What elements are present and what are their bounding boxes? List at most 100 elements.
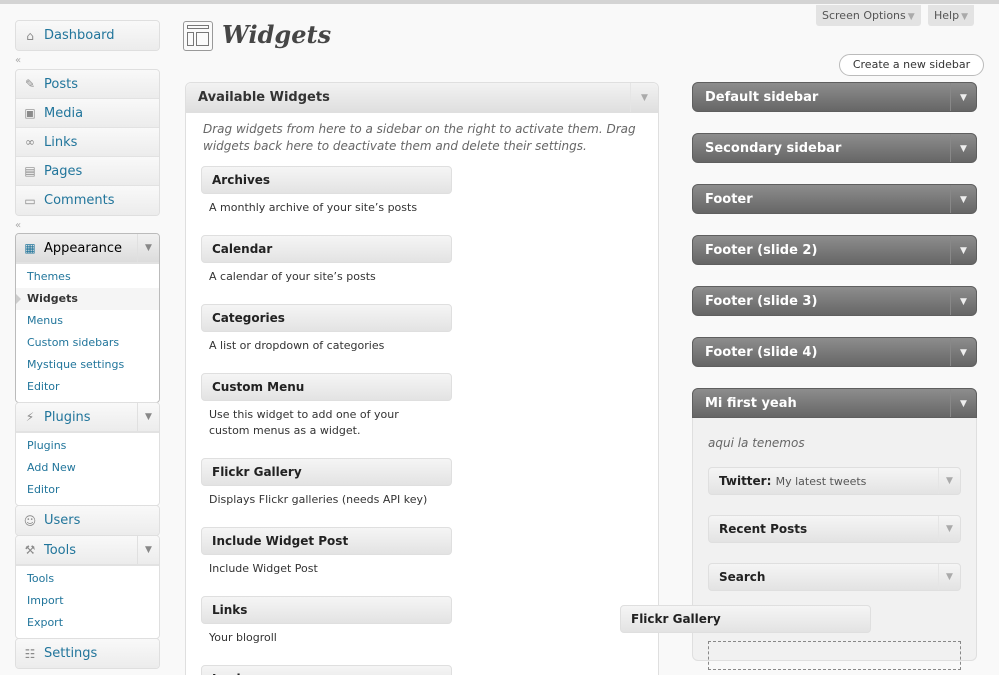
sidebar-widget-recent-posts[interactable]: Recent Posts ▼ — [708, 515, 961, 543]
submenu-tools[interactable]: Tools — [16, 568, 159, 590]
sidebar-footer-slide-3: Footer (slide 3) ▼ — [692, 286, 977, 316]
widget-title[interactable]: Include Widget Post — [201, 527, 452, 555]
icon-part — [196, 32, 209, 46]
drop-placeholder — [708, 641, 961, 670]
sidebar-footer-slide-4: Footer (slide 4) ▼ — [692, 337, 977, 367]
menu-item-users[interactable]: ☺ Users — [16, 506, 159, 535]
widget-title[interactable]: Categories — [201, 304, 452, 332]
sidebar-header[interactable]: Footer ▼ — [692, 184, 977, 214]
widget-name: Twitter — [719, 474, 767, 488]
menu-item-plugins[interactable]: ⚡ Plugins ▼ — [16, 403, 159, 432]
appearance-submenu: Themes Widgets Menus Custom sidebars Mys… — [16, 263, 159, 402]
sidebar-header[interactable]: Footer (slide 4) ▼ — [692, 337, 977, 367]
sidebar-default: Default sidebar ▼ — [692, 82, 977, 112]
widget-description: Your blogroll — [209, 631, 277, 644]
widget-description: Displays Flickr galleries (needs API key… — [209, 493, 428, 506]
submenu-mystique-settings[interactable]: Mystique settings — [16, 354, 159, 376]
submenu-custom-sidebars[interactable]: Custom sidebars — [16, 332, 159, 354]
sidebar-header[interactable]: Footer (slide 2) ▼ — [692, 235, 977, 265]
tools-icon: ⚒ — [24, 543, 36, 557]
submenu-import[interactable]: Import — [16, 590, 159, 612]
chevron-down-icon[interactable]: ▼ — [137, 403, 159, 431]
menu-item-settings[interactable]: ☷ Settings — [16, 639, 159, 668]
submenu-themes[interactable]: Themes — [16, 266, 159, 288]
sidebar-header[interactable]: Secondary sidebar ▼ — [692, 133, 977, 163]
chevron-down-icon[interactable]: ▼ — [950, 83, 976, 111]
sidebar-footer: Footer ▼ — [692, 184, 977, 214]
menu-group-content: ✎ Posts ▣ Media ∞ Links ▤ Pages ▭ Commen… — [15, 69, 160, 216]
menu-item-media[interactable]: ▣ Media — [16, 99, 159, 128]
widget-description: A list or dropdown of categories — [209, 339, 385, 352]
menu-item-comments[interactable]: ▭ Comments — [16, 186, 159, 215]
submenu-plugins[interactable]: Plugins — [16, 435, 159, 457]
menu-item-tools[interactable]: ⚒ Tools ▼ — [16, 536, 159, 565]
menu-group-plugins: ⚡ Plugins ▼ Plugins Add New Editor — [15, 402, 160, 506]
widget-description: Use this widget to add one of your custo… — [209, 408, 399, 437]
chevron-down-icon[interactable]: ▼ — [950, 134, 976, 162]
chevron-down-icon[interactable]: ▼ — [137, 536, 159, 564]
sidebar-header[interactable]: Mi first yeah ▼ — [692, 388, 977, 418]
menu-item-pages[interactable]: ▤ Pages — [16, 157, 159, 186]
widget-subtitle: My latest tweets — [775, 475, 867, 488]
dragging-widget[interactable]: Flickr Gallery — [620, 605, 871, 633]
chevron-down-icon[interactable]: ▼ — [950, 338, 976, 366]
widget-title[interactable]: Custom Menu — [201, 373, 452, 401]
menu-separator: « — [15, 216, 160, 234]
create-sidebar-button[interactable]: Create a new sidebar — [839, 54, 984, 76]
chevron-down-icon[interactable]: ▼ — [630, 83, 658, 112]
menu-item-links[interactable]: ∞ Links — [16, 128, 159, 157]
menu-label: Plugins — [44, 409, 91, 425]
widget-name: Search — [719, 570, 766, 584]
available-widgets-description: Drag widgets from here to a sidebar on t… — [203, 122, 636, 153]
screen-options-label: Screen Options — [822, 9, 906, 22]
widget-title[interactable]: Login — [201, 665, 452, 675]
menu-item-appearance[interactable]: ▦ Appearance ▼ — [16, 234, 159, 263]
available-widgets-header[interactable]: Available Widgets ▼ — [186, 83, 658, 113]
submenu-plugin-editor[interactable]: Editor — [16, 479, 159, 501]
menu-group-appearance: ▦ Appearance ▼ Themes Widgets Menus Cust… — [15, 233, 160, 403]
screen-options-button[interactable]: Screen Options ▼ — [816, 5, 921, 26]
chevron-down-icon[interactable]: ▼ — [938, 564, 960, 590]
available-widgets-panel: Available Widgets ▼ Drag widgets from he… — [185, 82, 659, 675]
widget-description: A calendar of your site’s posts — [209, 270, 376, 283]
widget-title[interactable]: Links — [201, 596, 452, 624]
chevron-down-icon: ▼ — [961, 12, 968, 22]
chevron-down-icon[interactable]: ▼ — [950, 236, 976, 264]
help-button[interactable]: Help ▼ — [928, 5, 974, 26]
widget-archives: Archives A monthly archive of your site’… — [201, 166, 452, 222]
widget-title[interactable]: Archives — [201, 166, 452, 194]
submenu-widgets[interactable]: Widgets — [16, 288, 159, 310]
submenu-add-new[interactable]: Add New — [16, 457, 159, 479]
widget-flickr-gallery: Flickr Gallery Displays Flickr galleries… — [201, 458, 452, 514]
sidebar-widget-search[interactable]: Search ▼ — [708, 563, 961, 591]
collapse-arrow-icon[interactable]: « — [15, 220, 21, 231]
submenu-export[interactable]: Export — [16, 612, 159, 634]
submenu-editor[interactable]: Editor — [16, 376, 159, 398]
chevron-down-icon[interactable]: ▼ — [950, 389, 976, 417]
sidebar-header[interactable]: Default sidebar ▼ — [692, 82, 977, 112]
chevron-down-icon[interactable]: ▼ — [938, 468, 960, 494]
sidebar-header[interactable]: Footer (slide 3) ▼ — [692, 286, 977, 316]
menu-label: Pages — [44, 163, 83, 179]
users-icon: ☺ — [23, 513, 37, 528]
widget-title[interactable]: Flickr Gallery — [201, 458, 452, 486]
chevron-down-icon[interactable]: ▼ — [950, 185, 976, 213]
sidebar-title: Footer (slide 2) — [705, 243, 818, 258]
pin-icon: ✎ — [24, 77, 36, 91]
chevron-down-icon: ▼ — [907, 12, 915, 22]
submenu-menus[interactable]: Menus — [16, 310, 159, 332]
menu-item-dashboard[interactable]: ⌂ Dashboard — [16, 21, 159, 50]
help-label: Help — [934, 9, 960, 22]
menu-label: Media — [44, 105, 84, 121]
chevron-down-icon[interactable]: ▼ — [950, 287, 976, 315]
widget-title[interactable]: Calendar — [201, 235, 452, 263]
sidebar-title: Footer — [705, 192, 753, 207]
sidebar-widget-twitter[interactable]: Twitter: My latest tweets ▼ — [708, 467, 961, 495]
menu-group-dashboard: ⌂ Dashboard — [15, 20, 160, 51]
widget-description: Include Widget Post — [209, 562, 318, 575]
chevron-down-icon[interactable]: ▼ — [938, 516, 960, 542]
collapse-arrow-icon[interactable]: « — [15, 55, 21, 66]
tools-submenu: Tools Import Export — [16, 565, 159, 638]
chevron-down-icon[interactable]: ▼ — [137, 234, 159, 262]
menu-item-posts[interactable]: ✎ Posts — [16, 70, 159, 99]
